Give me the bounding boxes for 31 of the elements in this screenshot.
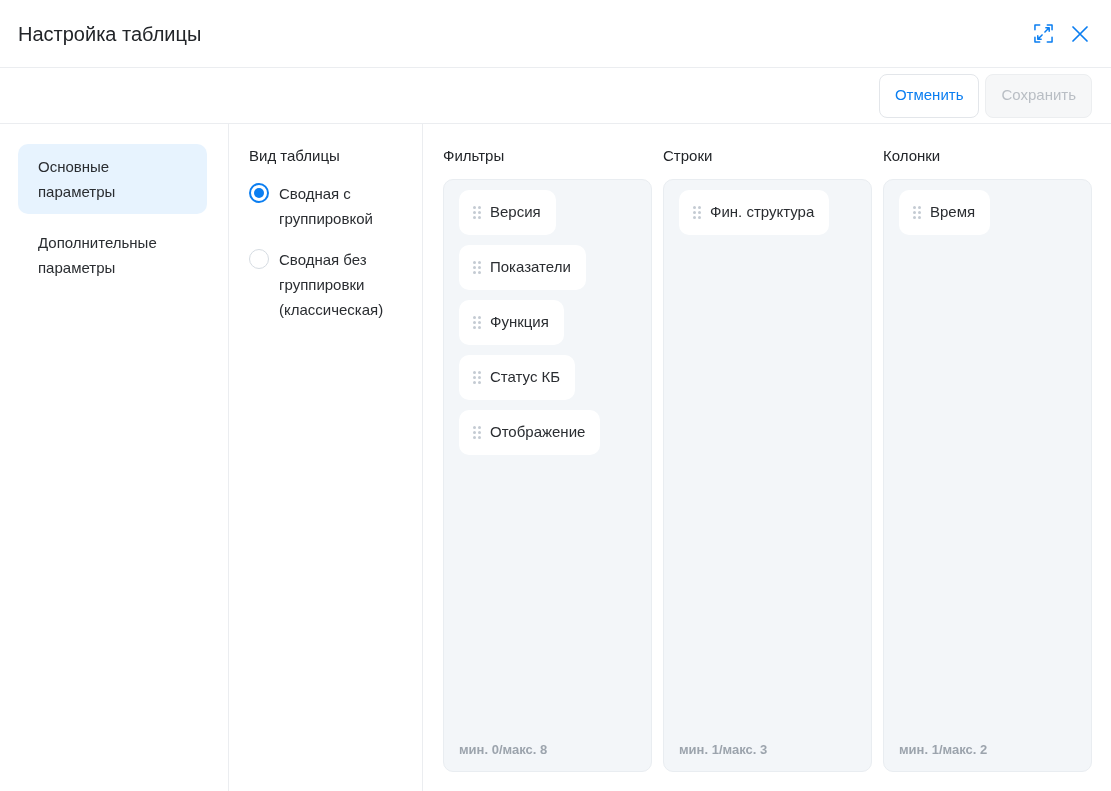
radio-label: Сводная без группировки (классическая) [279, 250, 385, 320]
zone-limit: мин. 1/макс. 3 [679, 741, 768, 759]
field-chip[interactable]: Время [899, 190, 991, 235]
toolbar-button[interactable]: Отменить [878, 73, 980, 118]
radio-label: Сводная с группировкой [279, 184, 374, 229]
field-chip[interactable]: Версия [459, 190, 556, 235]
field-chip[interactable]: Статус КБ [459, 355, 576, 400]
drag-handle-icon [473, 206, 481, 219]
drag-handle-icon [473, 426, 481, 439]
radio-button[interactable] [249, 183, 269, 203]
drag-handle-icon [693, 206, 701, 219]
drag-handle-icon [913, 206, 921, 219]
sidebar-item[interactable]: Основные параметры [18, 144, 207, 214]
zone-title: Фильтры [443, 146, 505, 166]
field-chip[interactable]: Показатели [459, 245, 586, 290]
zone-limit: мин. 0/макс. 8 [459, 741, 548, 759]
window-title: Настройка таблицы [18, 21, 202, 47]
zone-limit: мин. 1/макс. 2 [899, 741, 988, 759]
drag-handle-icon [473, 316, 481, 329]
drag-handle-icon [473, 261, 481, 274]
expand-icon [1033, 24, 1053, 43]
close-icon [1072, 25, 1088, 42]
expand-button[interactable] [1032, 22, 1054, 45]
field-chip[interactable]: Отображение [459, 410, 601, 455]
close-button[interactable] [1070, 23, 1090, 44]
zone-title: Строки [663, 146, 713, 166]
field-chip[interactable]: Фин. структура [679, 190, 830, 235]
drag-handle-icon [473, 371, 481, 384]
zone-title: Колонки [883, 146, 941, 166]
field-chip[interactable]: Функция [459, 300, 564, 345]
section-title: Вид таблицы [249, 146, 340, 166]
